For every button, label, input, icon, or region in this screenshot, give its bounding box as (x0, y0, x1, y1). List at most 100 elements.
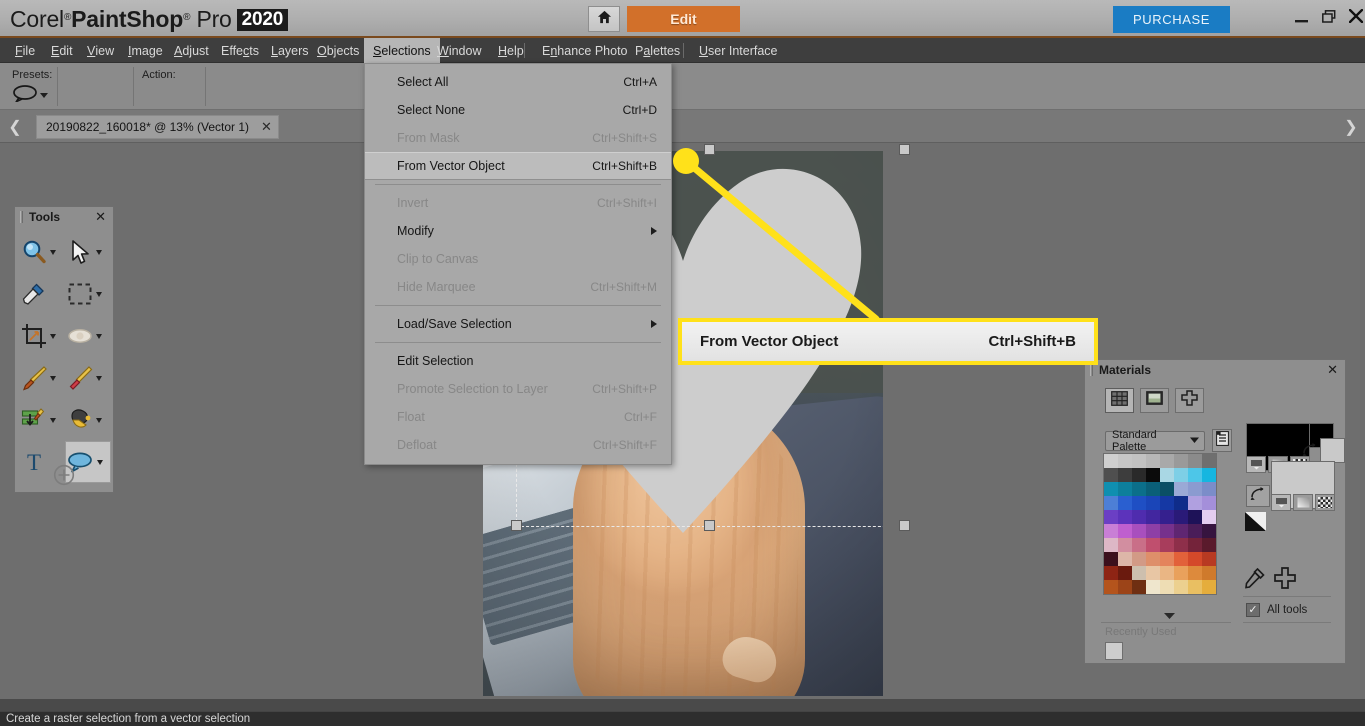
color-swatch[interactable] (1202, 580, 1216, 594)
menu-image[interactable]: Image (119, 38, 172, 63)
menu-window[interactable]: Window (428, 38, 490, 63)
color-swatch[interactable] (1132, 454, 1146, 468)
add-tool-button[interactable] (53, 464, 75, 486)
color-swatch[interactable] (1202, 496, 1216, 510)
swatches-tab-button[interactable] (1175, 388, 1204, 413)
tool-picture-tube[interactable] (19, 399, 65, 441)
menu-palettes[interactable]: Pa lettes (626, 38, 689, 63)
color-swatch[interactable] (1188, 468, 1202, 482)
close-document-icon[interactable]: ✕ (261, 119, 272, 135)
color-swatch[interactable] (1188, 496, 1202, 510)
color-swatch[interactable] (1118, 566, 1132, 580)
color-swatch[interactable] (1160, 468, 1174, 482)
color-swatch[interactable] (1160, 510, 1174, 524)
color-swatch[interactable] (1104, 468, 1118, 482)
color-swatch[interactable] (1174, 454, 1188, 468)
minimize-button[interactable] (1288, 6, 1314, 30)
color-swatch[interactable] (1160, 580, 1174, 594)
materials-palette[interactable]: Materials ✕ Standard Palette ✓ All tools… (1084, 359, 1346, 664)
color-swatch[interactable] (1202, 524, 1216, 538)
chevron-down-icon[interactable] (50, 375, 56, 381)
marquee-handle-bottom-center[interactable] (704, 520, 715, 531)
marquee-handle-top-center[interactable] (704, 144, 715, 155)
all-tools-row[interactable]: ✓ All tools (1246, 603, 1307, 617)
recently-used-swatch[interactable] (1105, 642, 1123, 660)
color-swatch[interactable] (1104, 538, 1118, 552)
home-button[interactable] (588, 6, 620, 32)
menu-help[interactable]: Help (489, 38, 533, 63)
color-swatch[interactable] (1104, 552, 1118, 566)
color-swatch[interactable] (1146, 552, 1160, 566)
color-swatch[interactable] (1174, 566, 1188, 580)
chevron-down-icon[interactable] (96, 249, 102, 255)
tool-selection[interactable] (65, 273, 111, 315)
color-swatch[interactable] (1188, 524, 1202, 538)
menu-file[interactable]: File (6, 38, 44, 63)
color-swatch[interactable] (1188, 482, 1202, 496)
color-swatch[interactable] (1132, 482, 1146, 496)
color-swatch[interactable] (1146, 496, 1160, 510)
color-swatch[interactable] (1188, 538, 1202, 552)
color-swatch[interactable] (1146, 538, 1160, 552)
restore-button[interactable] (1316, 6, 1342, 30)
color-swatch[interactable] (1188, 566, 1202, 580)
color-swatch[interactable] (1146, 510, 1160, 524)
color-swatch[interactable] (1202, 468, 1216, 482)
color-swatch[interactable] (1146, 454, 1160, 468)
marquee-handle-bottom-right[interactable] (899, 520, 910, 531)
selections-dropdown-menu[interactable]: Select All Ctrl+A Select None Ctrl+D From Ma… (364, 63, 672, 465)
color-swatch[interactable] (1202, 552, 1216, 566)
color-swatch[interactable] (1202, 454, 1216, 468)
tool-paint-brush[interactable] (19, 357, 65, 399)
palette-select[interactable]: Standard Palette (1105, 429, 1205, 453)
eyedropper-button[interactable] (1243, 566, 1267, 590)
color-swatch[interactable] (1202, 566, 1216, 580)
color-swatch[interactable] (1174, 496, 1188, 510)
color-swatch[interactable] (1188, 580, 1202, 594)
color-swatch[interactable] (1174, 538, 1188, 552)
color-swatch[interactable] (1202, 482, 1216, 496)
color-swatch[interactable] (1104, 496, 1118, 510)
menu-edit[interactable]: Edit (42, 38, 82, 63)
color-swatch[interactable] (1132, 496, 1146, 510)
color-swatch[interactable] (1132, 510, 1146, 524)
background-color-chip[interactable] (1320, 438, 1345, 463)
black-white-reset-button[interactable] (1245, 512, 1266, 531)
color-swatch[interactable] (1104, 510, 1118, 524)
tool-flood-fill[interactable] (65, 399, 111, 441)
menu-effects[interactable]: Effe c ts (212, 38, 268, 63)
chevron-down-icon[interactable] (96, 375, 102, 381)
menu-enhance-photo[interactable]: En hance Photo (533, 38, 637, 63)
color-swatch[interactable] (1104, 566, 1118, 580)
menu-adjust[interactable]: Adjust (165, 38, 218, 63)
menu-option-select-none[interactable]: Select None Ctrl+D (365, 96, 671, 124)
color-swatch[interactable] (1146, 580, 1160, 594)
color-swatch[interactable] (1174, 482, 1188, 496)
color-swatch[interactable] (1132, 566, 1146, 580)
document-tab[interactable]: 20190822_160018* @ 13% (Vector 1) ✕ (36, 115, 279, 139)
color-swatch[interactable] (1174, 524, 1188, 538)
color-swatch[interactable] (1188, 454, 1202, 468)
background-color-button[interactable] (1271, 494, 1291, 511)
tool-crop[interactable] (19, 315, 65, 357)
close-window-button[interactable] (1343, 6, 1365, 30)
color-swatch-grid[interactable] (1103, 453, 1217, 595)
tabs-scroll-left-button[interactable]: ❮ (4, 116, 26, 137)
color-swatch[interactable] (1118, 468, 1132, 482)
color-swatch[interactable] (1160, 454, 1174, 468)
marquee-handle-bottom-left[interactable] (511, 520, 522, 531)
chevron-down-icon[interactable] (96, 333, 102, 339)
color-swatch[interactable] (1132, 468, 1146, 482)
color-swatch[interactable] (1104, 580, 1118, 594)
presets-dropdown[interactable] (12, 84, 54, 105)
chevron-down-icon[interactable] (96, 291, 102, 297)
background-gradient-button[interactable] (1293, 494, 1313, 511)
tabs-scroll-right-button[interactable]: ❯ (1340, 116, 1362, 137)
color-swatch[interactable] (1118, 580, 1132, 594)
add-material-button[interactable] (1273, 566, 1297, 590)
color-swatch[interactable] (1174, 468, 1188, 482)
frame-tab-button[interactable] (1105, 388, 1134, 413)
menu-option-select-all[interactable]: Select All Ctrl+A (365, 68, 671, 96)
menu-user-interface[interactable]: User Interface (690, 38, 787, 63)
color-swatch[interactable] (1104, 524, 1118, 538)
